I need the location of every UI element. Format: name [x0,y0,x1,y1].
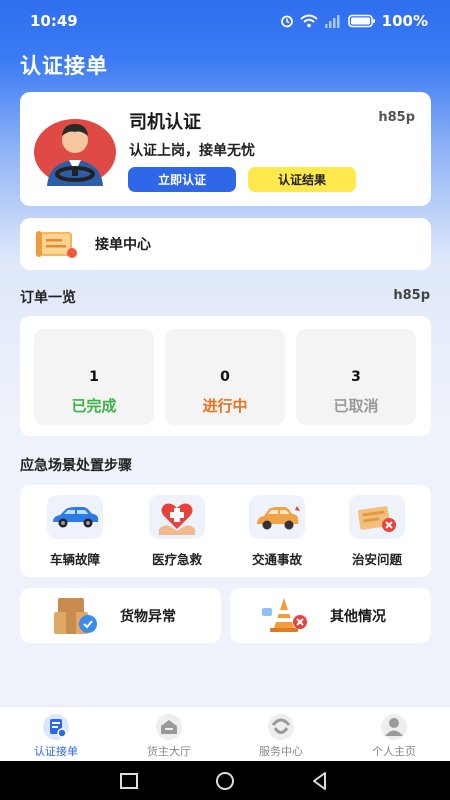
medical-icon [149,495,205,539]
driver-avatar-icon [34,119,116,186]
order-center-label: 接单中心 [95,237,151,253]
recent-apps-icon[interactable] [118,770,140,792]
emergency-traffic-accident-label: 交通事故 [251,552,302,567]
emergency-traffic-accident[interactable]: 交通事故 [237,495,317,568]
apply-cert-button[interactable]: 立即认证 [128,167,236,192]
emergency-cargo[interactable]: 货物异常 [20,588,221,643]
driver-cert-card: 司机认证 h85p 认证上岗，接单无忧 立即认证 认证结果 [20,92,431,206]
emergency-car-fault-label: 车辆故障 [49,552,100,567]
emergency-other-label: 其他情况 [330,609,386,625]
orders-overview-code: h85p [393,288,430,303]
tab-service-label: 服务中心 [259,745,303,758]
order-completed-box[interactable]: 1 已完成 [34,329,154,425]
order-icon [39,713,73,741]
order-cancelled-box[interactable]: 3 已取消 [296,329,416,425]
emergency-card: 车辆故障 医疗急救 交通事故 治安问题 [20,485,431,577]
order-completed-count: 1 [89,369,99,385]
accident-icon [249,495,305,539]
orders-overview-title: 订单一览 [20,290,76,306]
alarm-icon [280,15,293,28]
emergency-car-fault[interactable]: 车辆故障 [35,495,115,568]
emergency-title: 应急场景处置步骤 [20,458,132,474]
tab-profile[interactable]: 个人主页 [349,713,439,759]
status-time: 10:49 [30,12,78,30]
battery-percent: 100% [381,12,428,30]
profile-icon [377,713,411,741]
order-cancelled-count: 3 [351,369,361,385]
emergency-security-label: 治安问题 [351,552,402,567]
hall-icon [152,713,186,741]
security-icon [349,495,405,539]
car-icon [47,495,103,539]
emergency-medical[interactable]: 医疗急救 [137,495,217,568]
emergency-medical-label: 医疗急救 [151,552,202,567]
cert-result-button[interactable]: 认证结果 [248,167,356,192]
wifi-icon [299,14,318,28]
tab-hall-label: 货主大厅 [147,745,191,758]
scroll-icon [36,231,77,258]
order-cancelled-label: 已取消 [333,397,379,415]
tab-order[interactable]: 认证接单 [11,713,101,759]
order-inprogress-box[interactable]: 0 进行中 [165,329,285,425]
emergency-other[interactable]: 其他情况 [230,588,431,643]
home-icon[interactable] [214,770,236,792]
service-icon [264,713,298,741]
driver-cert-subtitle: 认证上岗，接单无忧 [129,143,255,159]
bottom-tabbar: 认证接单 货主大厅 服务中心 个人主页 [0,706,450,761]
tab-profile-label: 个人主页 [372,745,416,758]
orders-overview-card: 1 已完成 0 进行中 3 已取消 [20,316,431,436]
page-title: 认证接单 [20,54,108,78]
signal-icon [324,15,340,28]
emergency-cargo-label: 货物异常 [120,609,176,625]
status-icons: 100% [280,12,428,30]
tab-service[interactable]: 服务中心 [236,713,326,759]
order-inprogress-label: 进行中 [202,397,248,415]
tab-order-label: 认证接单 [34,745,78,758]
back-icon[interactable] [309,770,331,792]
driver-cert-code: h85p [378,110,415,125]
other-icon [262,598,307,632]
emergency-security[interactable]: 治安问题 [337,495,417,568]
order-completed-label: 已完成 [71,397,117,415]
order-inprogress-count: 0 [220,369,230,385]
battery-icon [347,14,375,28]
cargo-icon [54,598,97,634]
order-center-entry[interactable]: 接单中心 [20,218,431,270]
tab-hall[interactable]: 货主大厅 [124,713,214,759]
driver-cert-title: 司机认证 [129,112,201,133]
system-nav-bar [0,761,450,800]
status-bar: 10:49 100% [0,0,450,42]
